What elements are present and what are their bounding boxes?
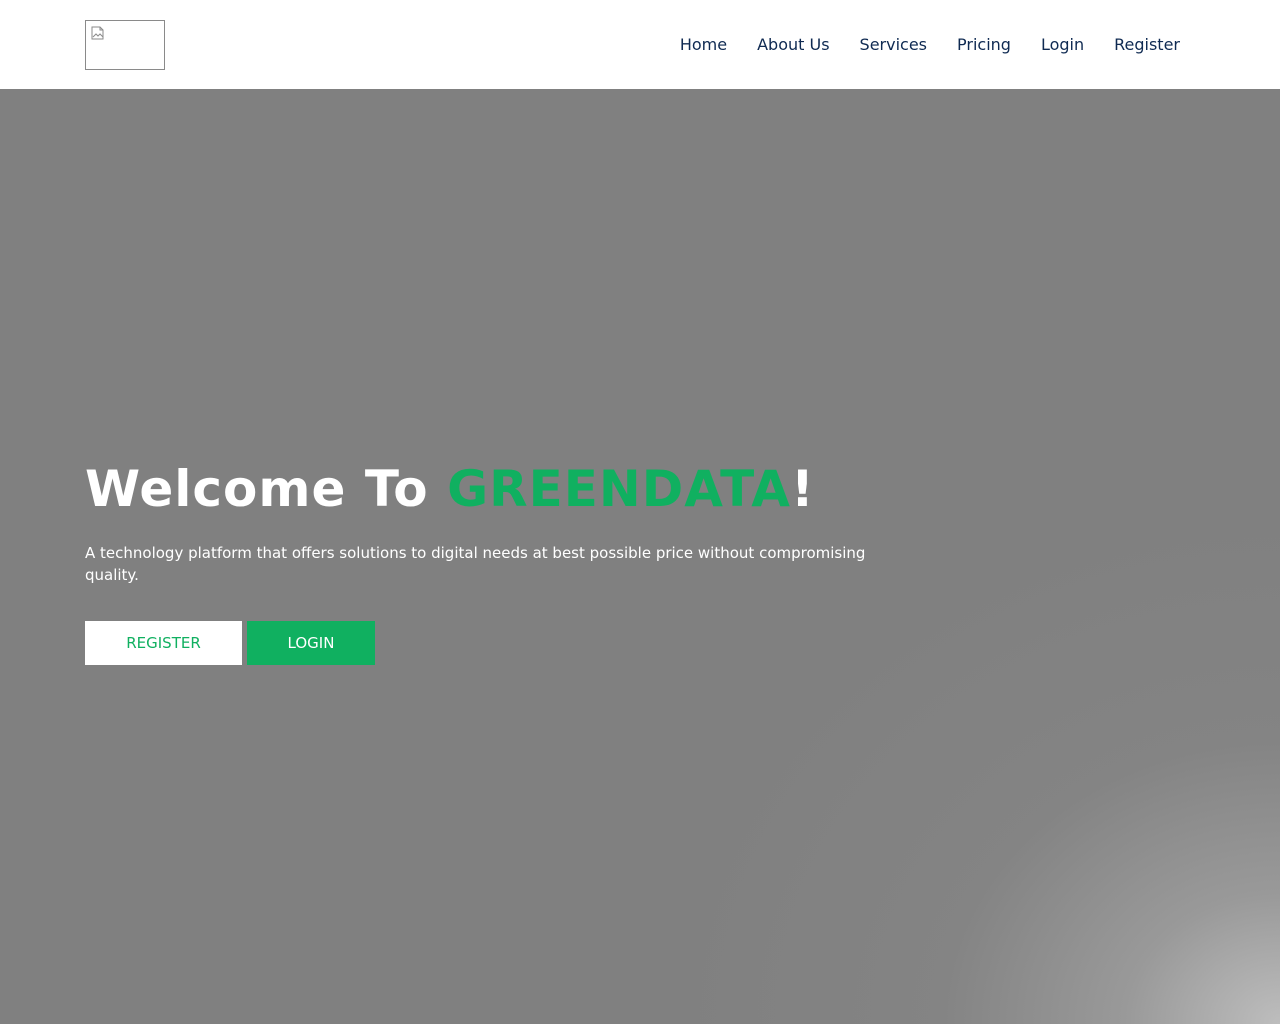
hero-buttons: REGISTER LOGIN — [85, 621, 375, 665]
nav-home-link[interactable]: Home — [680, 35, 727, 54]
nav-login-link[interactable]: Login — [1041, 35, 1084, 54]
hero-title-brand: GREENDATA — [447, 460, 791, 518]
nav-links: Home About Us Services Pricing Login Reg… — [680, 0, 1180, 89]
nav-about-us-link[interactable]: About Us — [757, 35, 829, 54]
login-button[interactable]: LOGIN — [247, 621, 375, 665]
nav-services-link[interactable]: Services — [860, 35, 927, 54]
nav-register-link[interactable]: Register — [1114, 35, 1180, 54]
navbar: Home About Us Services Pricing Login Reg… — [0, 0, 1280, 89]
logo[interactable] — [85, 20, 165, 70]
broken-image-icon — [91, 26, 104, 40]
nav-pricing-link[interactable]: Pricing — [957, 35, 1011, 54]
hero-description: A technology platform that offers soluti… — [85, 544, 866, 584]
register-button[interactable]: REGISTER — [85, 621, 242, 665]
hero-title-suffix: ! — [791, 460, 815, 518]
hero-title-prefix: Welcome To — [85, 460, 448, 518]
hero-title: Welcome To GREENDATA! — [85, 460, 815, 518]
hero-section: Welcome To GREENDATA! A technology platf… — [0, 89, 1280, 1024]
